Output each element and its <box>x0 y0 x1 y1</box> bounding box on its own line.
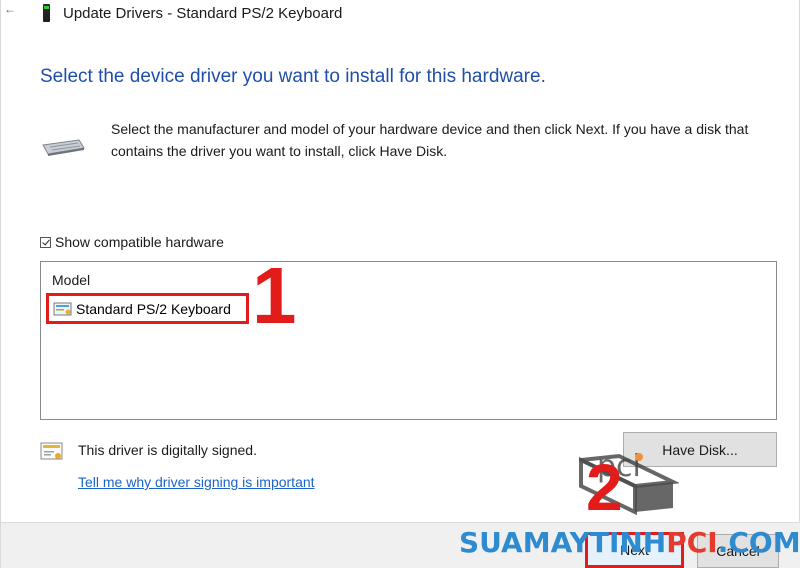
back-arrow-icon[interactable]: ← <box>4 2 16 16</box>
instructions-text: Select the manufacturer and model of you… <box>111 121 749 159</box>
update-drivers-window: ← Update Drivers - Standard PS/2 Keyboar… <box>0 0 800 568</box>
driver-certificate-icon <box>53 302 72 315</box>
driver-signed-status: This driver is digitally signed. <box>78 442 257 458</box>
checkbox-checked-icon[interactable] <box>40 236 51 248</box>
model-column-header: Model <box>52 272 91 288</box>
list-item-label: Standard PS/2 Keyboard <box>76 300 231 317</box>
step-1-annotation: 1 <box>252 251 297 340</box>
title-bar: Update Drivers - Standard PS/2 Keyboard <box>41 3 342 23</box>
step-2-annotation: 2 <box>586 450 623 524</box>
model-list[interactable]: Model Standard PS/2 Keyboard <box>40 261 777 420</box>
watermark-part-3: .COM <box>717 526 800 559</box>
list-item[interactable]: Standard PS/2 Keyboard <box>46 293 249 324</box>
show-compatible-hardware-checkbox[interactable]: Show compatible hardware <box>40 234 224 250</box>
watermark-part-2: PCI <box>666 526 718 559</box>
signed-certificate-icon <box>40 442 63 460</box>
page-heading: Select the device driver you want to ins… <box>40 66 546 87</box>
site-watermark: SUAMAYTINH PCI .COM <box>459 529 800 557</box>
usb-device-icon <box>41 4 51 22</box>
keyboard-icon <box>42 139 85 156</box>
window-title: Update Drivers - Standard PS/2 Keyboard <box>63 4 343 22</box>
show-compatible-label: Show compatible hardware <box>55 234 224 250</box>
driver-signing-link[interactable]: Tell me why driver signing is important <box>78 474 315 490</box>
watermark-part-1: SUAMAYTINH <box>459 526 667 559</box>
